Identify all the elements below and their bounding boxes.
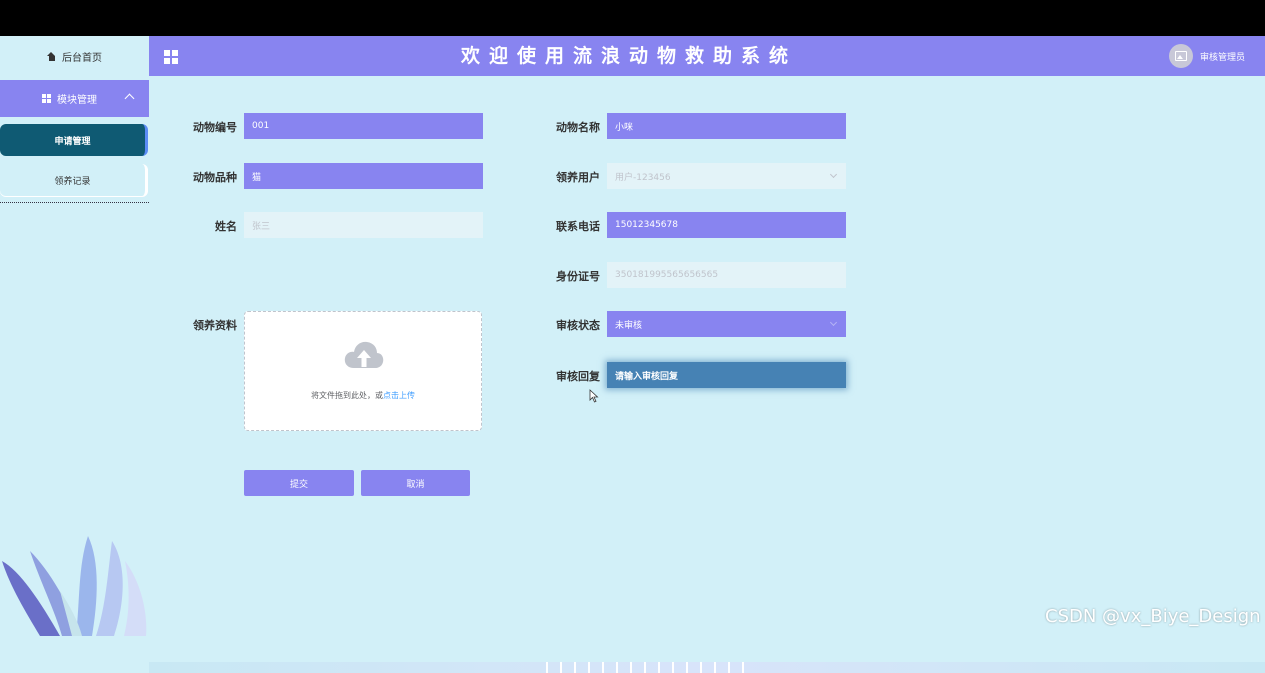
page-title: 欢迎使用流浪动物救助系统: [460, 45, 797, 67]
sidebar-item-home[interactable]: 后台首页: [0, 36, 149, 76]
audit-reply-placeholder: 请输入审核回复: [615, 371, 679, 382]
name-label: 姓名: [215, 220, 237, 233]
bottom-decor-ticks: [546, 662, 746, 673]
sidebar-item-label: 申请管理: [54, 136, 91, 147]
sidebar-item-application-manage[interactable]: 申请管理: [0, 124, 148, 156]
sidebar-module-label: 模块管理: [57, 95, 97, 106]
top-black-bar: [0, 0, 1265, 36]
animal-name-value: 小咪: [615, 122, 634, 133]
top-header: 欢迎使用流浪动物救助系统 审核管理员: [149, 36, 1265, 76]
animal-breed-value: 猫: [252, 172, 262, 183]
sidebar-home-label: 后台首页: [62, 52, 102, 64]
id-no-label: 身份证号: [556, 270, 600, 283]
adopt-user-value: 用户-123456: [615, 172, 671, 183]
animal-breed-field[interactable]: 猫: [244, 163, 483, 189]
image-icon: [1175, 51, 1187, 61]
adopt-user-label: 领养用户: [556, 171, 600, 184]
adopt-user-select[interactable]: 用户-123456: [607, 163, 846, 189]
animal-name-field[interactable]: 小咪: [607, 113, 846, 139]
mouse-cursor-icon: [589, 389, 599, 403]
audit-status-label: 审核状态: [556, 319, 600, 332]
upload-hint: 将文件拖到此处，或点击上传: [245, 390, 481, 401]
sidebar-item-label: 领养记录: [54, 176, 91, 187]
animal-no-field[interactable]: 001: [244, 113, 483, 139]
audit-status-select[interactable]: 未审核: [607, 311, 846, 337]
animal-breed-label: 动物品种: [193, 171, 237, 184]
name-field[interactable]: 张三: [244, 212, 483, 238]
sidebar-item-adoption-records[interactable]: 领养记录: [0, 164, 148, 196]
sidebar: 后台首页 模块管理 申请管理 领养记录: [0, 36, 149, 673]
upload-cloud-icon: [344, 341, 384, 368]
home-icon: [47, 51, 56, 61]
name-value: 张三: [252, 221, 271, 232]
chevron-down-icon: [829, 170, 838, 179]
audit-status-value: 未审核: [615, 320, 643, 331]
id-no-value: 350181995565656565: [615, 270, 719, 280]
phone-field[interactable]: 15012345678: [607, 212, 846, 238]
upload-link[interactable]: 点击上传: [383, 391, 415, 400]
audit-reply-input[interactable]: 请输入审核回复: [607, 362, 846, 388]
watermark: CSDN @vx_Biye_Design: [1045, 606, 1261, 627]
submit-button[interactable]: 提交: [244, 470, 354, 496]
animal-no-label: 动物编号: [193, 121, 237, 134]
user-role-label[interactable]: 审核管理员: [1200, 50, 1245, 63]
animal-name-label: 动物名称: [556, 121, 600, 134]
upload-hint-text: 将文件拖到此处，或: [311, 391, 383, 400]
materials-label: 领养资料: [193, 319, 237, 332]
app-window: 后台首页 模块管理 申请管理 领养记录 欢迎使用流浪动物救助系统 审核管理员 动…: [0, 36, 1265, 673]
grid-icon: [42, 94, 51, 103]
audit-reply-label: 审核回复: [556, 370, 600, 383]
avatar[interactable]: [1169, 44, 1193, 68]
animal-no-value: 001: [252, 121, 270, 131]
chevron-up-icon[interactable]: [124, 93, 135, 104]
cancel-button[interactable]: 取消: [361, 470, 470, 496]
upload-dropzone[interactable]: 将文件拖到此处，或点击上传: [244, 311, 482, 431]
id-no-field[interactable]: 350181995565656565: [607, 262, 846, 288]
phone-value: 15012345678: [615, 220, 678, 230]
chevron-down-icon: [829, 318, 838, 327]
leaf-decoration: [2, 536, 147, 636]
sidebar-divider: [0, 202, 149, 203]
phone-label: 联系电话: [556, 220, 600, 233]
sidebar-module-group[interactable]: 模块管理: [0, 80, 149, 117]
